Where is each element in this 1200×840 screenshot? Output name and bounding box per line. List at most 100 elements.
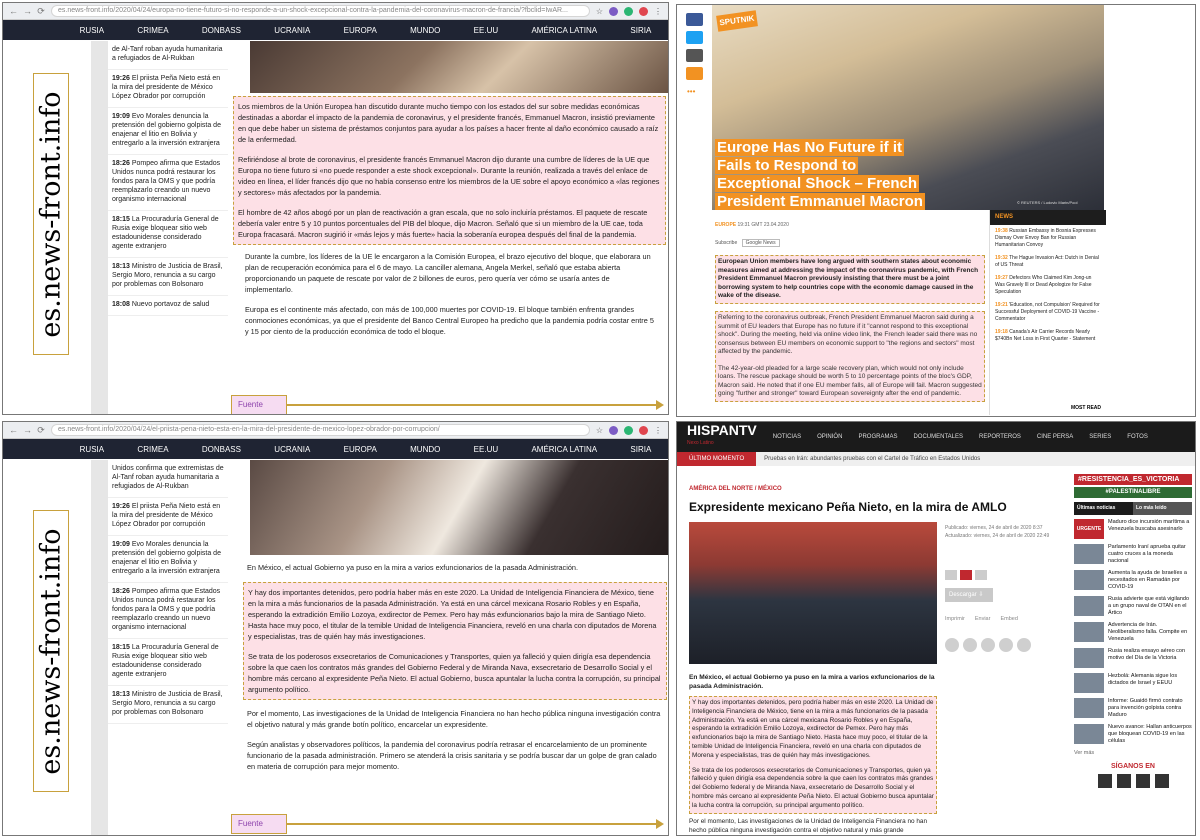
print-button[interactable]: Imprimir [945,616,965,622]
nav-item[interactable]: SIRIA [630,26,651,35]
font-medium-button[interactable] [960,570,972,580]
list-item[interactable]: 19:26 El priista Peña Nieto está en la m… [108,498,228,536]
nav-item[interactable]: CRIMEA [137,26,168,35]
send-button[interactable]: Enviar [975,616,991,622]
nav-item[interactable]: DONBASS [202,26,241,35]
list-item[interactable]: 18:26 Pompeo afirma que Estados Unidos n… [108,155,228,211]
nav-item[interactable]: EUROPA [344,445,377,454]
nav-item[interactable]: EE.UU [474,26,498,35]
back-icon[interactable]: ← [9,425,18,435]
nav-item[interactable]: MUNDO [410,445,440,454]
list-item[interactable]: 18:13 Ministro de Justicia de Brasil, Se… [108,258,228,296]
list-item[interactable]: 19:26 El priista Peña Nieto está en la m… [108,70,228,108]
nav-item[interactable]: EUROPA [344,26,377,35]
source-link[interactable]: Fuente [231,814,287,834]
nav-item[interactable]: FOTOS [1127,434,1148,440]
twitter-icon[interactable] [963,638,977,652]
font-small-button[interactable] [945,570,957,580]
nav-item[interactable]: PROGRAMAS [858,434,897,440]
blogger-icon[interactable] [1017,638,1031,652]
rss-icon[interactable] [1135,774,1150,788]
nav-item[interactable]: DONBASS [202,445,241,454]
tab-latest[interactable]: Últimas noticias [1074,502,1133,515]
nav-item[interactable]: UCRANIA [274,445,310,454]
nav-item[interactable]: MUNDO [410,26,440,35]
google-plus-icon[interactable] [981,638,995,652]
list-item[interactable]: 18:15 La Procuraduría General de Rusia e… [108,211,228,258]
google-news-button[interactable]: Google News [741,239,780,247]
list-item[interactable]: 19:38 Russian Embassy in Bosnia Expresse… [990,225,1106,252]
download-button[interactable]: Descargar ⇩ [945,588,993,602]
nav-item[interactable]: SIRIA [630,445,651,454]
pinterest-icon[interactable] [999,638,1013,652]
nav-item[interactable]: REPORTEROS [979,434,1021,440]
back-icon[interactable]: ← [9,6,18,16]
list-item[interactable]: 19:27 Defectors Who Claimed Kim Jong-un … [990,272,1106,299]
list-item[interactable]: Informe: Guaidó firmó contrato para inve… [1074,698,1192,719]
breadcrumb-item[interactable]: MÉXICO [758,486,782,492]
list-item[interactable]: Parlamento Iraní aprueba quitar cuatro c… [1074,544,1192,565]
list-item[interactable]: 19:32 The Hague Invasion Act: Dutch in D… [990,252,1106,272]
nav-item[interactable]: NOTICIAS [773,434,801,440]
list-item[interactable]: Nuevo avance: Hallan anticuerpos que blo… [1074,724,1192,745]
nav-item[interactable]: SERIES [1089,434,1111,440]
list-item[interactable]: de Al-Tanf roban ayuda humanitaria a ref… [108,41,228,70]
extension-icon[interactable] [609,425,618,435]
extension-icon[interactable] [639,425,648,435]
extension-icon[interactable] [624,425,633,435]
list-item[interactable]: Aumenta la ayuda de Israelíes a necesita… [1074,570,1192,591]
menu-icon[interactable]: ⋮ [654,7,662,16]
most-read-tab[interactable]: MOST READ [1071,405,1101,411]
mail-icon[interactable] [686,49,703,62]
facebook-icon[interactable] [686,13,703,26]
extension-icon[interactable] [639,6,648,16]
list-item[interactable]: 18:15 La Procuraduría General de Rusia e… [108,639,228,686]
source-link[interactable]: Fuente [231,395,287,414]
list-item[interactable]: Rusia realiza ensayo aéreo con motivo de… [1074,648,1192,668]
embed-button[interactable]: Embed [1000,616,1017,622]
menu-icon[interactable]: ⋮ [654,426,662,435]
nav-item[interactable]: EE.UU [474,445,498,454]
extension-icon[interactable] [609,6,618,16]
nav-item[interactable]: CRIMEA [137,445,168,454]
facebook-icon[interactable] [1097,774,1112,788]
see-more-link[interactable]: Ver más [1074,750,1192,757]
hashtag-banner[interactable]: #RESISTENCIA_ES_VICTORIA [1074,474,1192,485]
list-item[interactable]: 19:09 Evo Morales denuncia la pretensión… [108,536,228,583]
list-item[interactable]: 19:21 'Education, not Compulsion' Requir… [990,299,1106,326]
extension-icon[interactable] [624,6,633,16]
star-icon[interactable]: ☆ [596,7,603,16]
reload-icon[interactable]: ⟳ [37,6,45,17]
reload-icon[interactable]: ⟳ [37,425,45,436]
nav-item[interactable]: AMÉRICA LATINA [531,445,597,454]
list-item[interactable]: Advertencia de Irán. Neoliberalismo fall… [1074,622,1192,643]
breadcrumb-item[interactable]: AMÉRICA DEL NORTE [689,486,753,492]
list-item[interactable]: 18:13 Ministro de Justicia de Brasil, Se… [108,686,228,724]
twitter-icon[interactable] [686,31,703,44]
list-item[interactable]: URGENTE Maduro dice incursión marítima a … [1074,519,1192,539]
list-item[interactable]: Unidos confirma que extremistas de Al-Ta… [108,460,228,498]
instagram-icon[interactable] [1154,774,1169,788]
nav-item[interactable]: UCRANIA [274,26,310,35]
list-item[interactable]: 19:18 Canada's Air Carrier Records Nearl… [990,326,1106,346]
list-item[interactable]: 18:08 Nuevo portavoz de salud [108,296,228,316]
more-icon[interactable]: ••• [687,87,695,96]
twitter-icon[interactable] [1116,774,1131,788]
address-bar[interactable]: es.news-front.info/2020/04/24/el-priista… [51,424,590,436]
nav-item[interactable]: CINE PERSA [1037,434,1073,440]
forward-icon[interactable]: → [23,6,32,16]
address-bar[interactable]: es.news-front.info/2020/04/24/europa-no-… [51,5,590,17]
list-item[interactable]: 19:09 Evo Morales denuncia la pretensión… [108,108,228,155]
comment-icon[interactable] [686,67,703,80]
list-item[interactable]: 18:26 Pompeo afirma que Estados Unidos n… [108,583,228,639]
hispantv-logo[interactable]: HISPANTV Nexo Latino [687,423,757,450]
star-icon[interactable]: ☆ [596,426,603,435]
forward-icon[interactable]: → [23,425,32,435]
tab-most-read[interactable]: Lo más leído [1133,502,1192,515]
hashtag-banner[interactable]: #PALESTINALIBRE [1074,487,1192,498]
breaking-ticker[interactable]: Pruebas en Irán: abundantes pruebas con … [756,456,980,462]
nav-item[interactable]: DOCUMENTALES [913,434,963,440]
nav-item[interactable]: RUSIA [80,26,104,35]
list-item[interactable]: Rusia advierte que está vigilando a un g… [1074,596,1192,617]
list-item[interactable]: Hezbolá: Alemania sigue los dictados de … [1074,673,1192,693]
